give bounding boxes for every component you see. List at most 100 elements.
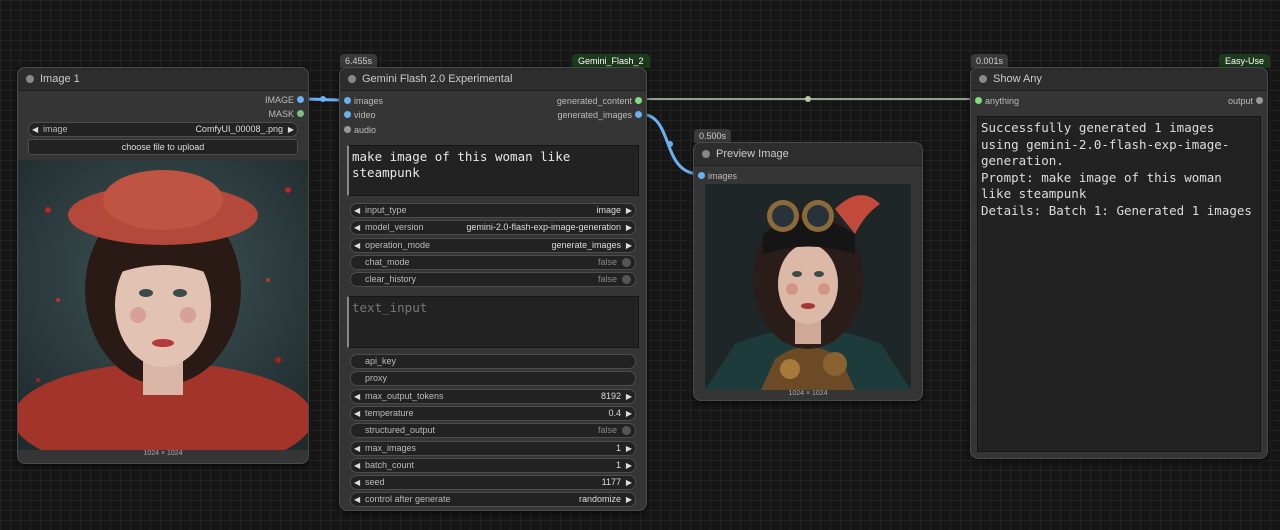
input-label: audio <box>354 125 377 135</box>
prompt-textarea[interactable]: make image of this woman like steampunk <box>347 145 639 196</box>
output-slot-dot[interactable] <box>635 111 642 118</box>
right-arrow-icon[interactable]: ▶ <box>626 204 632 217</box>
upload-button[interactable]: choose file to upload <box>28 139 298 155</box>
collapse-dot-icon[interactable] <box>26 75 34 83</box>
toggle-knob-icon[interactable] <box>622 426 631 436</box>
widget-value: 0.4 <box>608 407 621 418</box>
left-arrow-icon[interactable]: ◀ <box>354 476 360 489</box>
left-arrow-icon[interactable]: ◀ <box>354 459 360 472</box>
preview-image-node[interactable]: Preview Image images 1024 × 1024 <box>693 142 923 401</box>
portrait-woman-steampunk <box>705 184 911 390</box>
right-arrow-icon[interactable]: ▶ <box>626 493 632 506</box>
widget-structured-output[interactable]: structured_output false <box>350 423 636 439</box>
left-arrow-icon[interactable]: ◀ <box>354 390 360 403</box>
widget-value: 1 <box>615 442 621 453</box>
widget-value: 8192 <box>600 390 621 401</box>
output-slot-dot[interactable] <box>297 96 304 103</box>
right-arrow-icon[interactable]: ▶ <box>626 476 632 489</box>
widget-value: 1 <box>615 459 621 470</box>
widget-batch-count[interactable]: ◀ ▶ batch_count 1 <box>350 457 636 473</box>
widget-label: max_output_tokens <box>365 390 444 401</box>
right-arrow-icon[interactable]: ▶ <box>626 407 632 420</box>
output-output[interactable]: output <box>1153 94 1267 108</box>
input-slot-dot[interactable] <box>698 172 705 179</box>
text-input-textarea[interactable]: text_input <box>347 296 639 348</box>
widget-temperature[interactable]: ◀ ▶ temperature 0.4 <box>350 405 636 421</box>
input-slot-dot[interactable] <box>344 126 351 133</box>
widget-chat-mode[interactable]: chat_mode false <box>350 254 636 270</box>
input-anything[interactable]: anything <box>971 94 1085 108</box>
widget-value: false <box>597 274 617 285</box>
widget-seed[interactable]: ◀ ▶ seed 1177 <box>350 475 636 491</box>
right-arrow-icon[interactable]: ▶ <box>626 459 632 472</box>
image-dimensions: 1024 × 1024 <box>143 450 183 457</box>
widget-value: 1177 <box>601 477 621 488</box>
toggle-knob-icon[interactable] <box>622 275 631 285</box>
node-source-badge: Easy-Use <box>1219 54 1271 68</box>
link-midpoint <box>805 96 811 102</box>
node-title: Image 1 <box>40 73 80 85</box>
output-slot-dot[interactable] <box>635 97 642 104</box>
collapse-dot-icon[interactable] <box>348 75 356 83</box>
output-generated-content[interactable]: generated_content <box>482 94 646 108</box>
widget-control-after-generate[interactable]: ◀ ▶ control after generate randomize <box>350 492 636 508</box>
input-images[interactable]: images <box>694 169 808 183</box>
output-slot-dot[interactable] <box>1256 97 1263 104</box>
widget-label: seed <box>365 477 385 488</box>
left-arrow-icon[interactable]: ◀ <box>354 407 360 420</box>
right-arrow-icon[interactable]: ▶ <box>626 221 632 234</box>
widget-clear-history[interactable]: clear_history false <box>350 272 636 288</box>
left-arrow-icon[interactable]: ◀ <box>354 442 360 455</box>
output-text-display[interactable]: Successfully generated 1 images using ge… <box>977 116 1261 452</box>
input-audio[interactable]: audio <box>340 123 454 137</box>
left-arrow-icon[interactable]: ◀ <box>354 221 360 234</box>
output-label: output <box>1227 96 1253 106</box>
output-slot-dot[interactable] <box>297 110 304 117</box>
image-combo[interactable]: ◀ image ComfyUI_00008_.png ▶ <box>28 122 298 137</box>
widget-label: clear_history <box>365 274 417 285</box>
widget-operation-mode[interactable]: ◀ ▶ operation_mode generate_images <box>350 237 636 253</box>
widget-max-images[interactable]: ◀ ▶ max_images 1 <box>350 440 636 456</box>
right-arrow-icon[interactable]: ▶ <box>626 390 632 403</box>
node-title-bar[interactable]: Gemini Flash 2.0 Experimental <box>340 68 646 91</box>
left-arrow-icon[interactable]: ◀ <box>354 493 360 506</box>
node-title-bar[interactable]: Preview Image <box>694 143 922 166</box>
widget-label: operation_mode <box>365 239 431 250</box>
collapse-dot-icon[interactable] <box>702 150 710 158</box>
gemini-flash-node[interactable]: Gemini Flash 2.0 Experimental images vid… <box>339 67 647 511</box>
widget-input-type[interactable]: ◀ ▶ input_type image <box>350 203 636 218</box>
left-arrow-icon[interactable]: ◀ <box>354 239 360 252</box>
node-title: Preview Image <box>716 148 789 160</box>
output-mask[interactable]: MASK <box>174 107 308 121</box>
widget-model-version[interactable]: ◀ ▶ model_version gemini-2.0-flash-exp-imag… <box>350 220 636 236</box>
collapse-dot-icon[interactable] <box>979 75 987 83</box>
input-slot-dot[interactable] <box>344 97 351 104</box>
load-image-node[interactable]: Image 1 IMAGE MASK ◀ image ComfyUI_00008… <box>17 67 309 464</box>
left-arrow-icon[interactable]: ◀ <box>32 123 38 136</box>
input-slot-dot[interactable] <box>975 97 982 104</box>
input-images[interactable]: images <box>340 94 454 108</box>
left-arrow-icon[interactable]: ◀ <box>354 204 360 217</box>
input-video[interactable]: video <box>340 108 454 122</box>
right-arrow-icon[interactable]: ▶ <box>626 442 632 455</box>
widget-label: control after generate <box>365 494 451 505</box>
widget-max-output-tokens[interactable]: ◀ ▶ max_output_tokens 8192 <box>350 388 636 404</box>
show-any-node[interactable]: Show Any anything output Successfully ge… <box>970 67 1268 459</box>
right-arrow-icon[interactable]: ▶ <box>626 239 632 252</box>
widget-label: input_type <box>365 205 407 215</box>
output-label: generated_images <box>557 110 632 120</box>
input-label: images <box>708 171 738 181</box>
output-image[interactable]: IMAGE <box>174 93 308 107</box>
output-generated-images[interactable]: generated_images <box>482 108 646 122</box>
widget-proxy[interactable]: proxy <box>350 371 636 387</box>
widget-value: false <box>597 425 617 436</box>
input-slot-dot[interactable] <box>344 111 351 118</box>
node-title-bar[interactable]: Show Any <box>971 68 1267 91</box>
right-arrow-icon[interactable]: ▶ <box>288 123 294 136</box>
output-label: generated_content <box>556 96 632 106</box>
node-title-bar[interactable]: Image 1 <box>18 68 308 91</box>
toggle-knob-icon[interactable] <box>622 257 631 267</box>
widget-api-key[interactable]: api_key <box>350 354 636 369</box>
execution-time-badge: 0.500s <box>694 129 732 143</box>
widget-label: max_images <box>365 442 417 453</box>
